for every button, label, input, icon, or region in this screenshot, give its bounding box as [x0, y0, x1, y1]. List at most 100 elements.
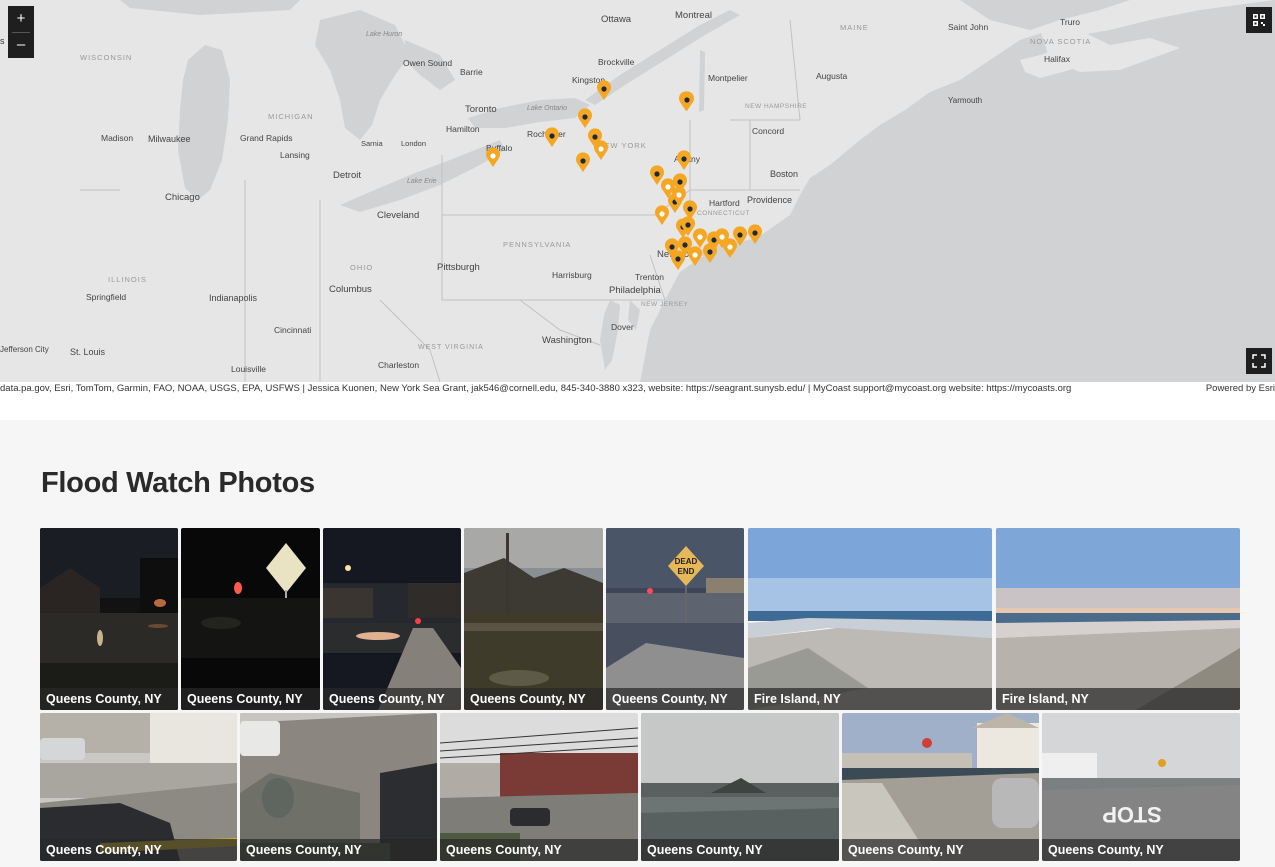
map-label: Charleston — [378, 360, 419, 370]
fullscreen-button[interactable] — [1246, 348, 1272, 374]
map-label: Truro — [1060, 17, 1080, 27]
map-label: Lake Huron — [366, 31, 402, 38]
map-label: London — [401, 139, 426, 148]
svg-text:DEAD: DEAD — [675, 557, 698, 566]
powered-by-esri[interactable]: Powered by Esri — [1199, 382, 1275, 396]
map-label: Madison — [101, 133, 133, 143]
photo-tile[interactable]: Fire Island, NY — [996, 528, 1240, 710]
photo-caption: Queens County, NY — [40, 839, 237, 861]
photo-image — [181, 528, 320, 710]
map-label: Trenton — [635, 272, 664, 282]
map-label: PENNSYLVANIA — [503, 240, 571, 249]
zoom-in-button[interactable]: + — [8, 6, 34, 32]
photo-caption: Queens County, NY — [464, 688, 603, 710]
map-label: Ottawa — [601, 14, 632, 25]
stop-road-marking: STOP — [1102, 802, 1162, 827]
map-label: Barrie — [460, 67, 483, 77]
map-label: Lake Erie — [407, 178, 437, 185]
section-divider — [0, 396, 1275, 420]
map-label: Montpelier — [708, 73, 748, 83]
map-label: NEW JERSEY — [641, 301, 688, 308]
map-label: Montreal — [675, 10, 712, 21]
gallery-title: Flood Watch Photos — [41, 467, 315, 499]
map-label: Chicago — [165, 192, 200, 203]
map-label: WEST VIRGINIA — [418, 344, 484, 351]
map-label: Providence — [747, 195, 792, 205]
zoom-out-button[interactable]: – — [8, 32, 34, 58]
map-label: Hartford — [709, 198, 740, 208]
photo-tile[interactable]: Queens County, NY — [440, 713, 638, 861]
photo-tile[interactable]: Queens County, NY — [181, 528, 320, 710]
map-label: Lake Ontario — [527, 105, 567, 112]
map-label: Pittsburgh — [437, 262, 480, 273]
qr-code-icon — [1253, 14, 1265, 26]
map-label: Lansing — [280, 150, 310, 160]
photo-caption: Fire Island, NY — [996, 688, 1240, 710]
map-label: MAINE — [840, 23, 869, 32]
photo-image — [996, 528, 1240, 710]
photo-image — [748, 528, 992, 710]
photo-caption: Queens County, NY — [842, 839, 1039, 861]
map-label: Detroit — [333, 170, 361, 181]
map-attribution: data.pa.gov, Esri, TomTom, Garmin, FAO, … — [0, 382, 1275, 396]
map-label: Louisville — [231, 364, 266, 374]
map-label: Jefferson City — [0, 345, 49, 354]
photo-caption: Queens County, NY — [240, 839, 437, 861]
map-view[interactable]: Ottawa Montreal Brockville Barrie Owen S… — [0, 0, 1275, 382]
photo-caption: Queens County, NY — [641, 839, 839, 861]
map-label: Augusta — [816, 71, 847, 81]
photo-tile[interactable]: Queens County, NY — [323, 528, 461, 710]
map-label: Harrisburg — [552, 270, 592, 280]
map-label: Owen Sound — [403, 58, 452, 68]
map-label: Brockville — [598, 57, 635, 67]
photo-tile[interactable]: Queens County, NY — [40, 713, 237, 861]
attribution-text: data.pa.gov, Esri, TomTom, Garmin, FAO, … — [0, 383, 1072, 394]
photo-caption: Queens County, NY — [40, 688, 178, 710]
photo-caption: Queens County, NY — [181, 688, 320, 710]
map-label: Boston — [770, 169, 798, 179]
map-label: Grand Rapids — [240, 133, 292, 143]
svg-text:END: END — [678, 567, 695, 576]
map-label: Indianapolis — [209, 293, 258, 303]
photo-tile[interactable]: Queens County, NY — [40, 528, 178, 710]
photo-image — [40, 528, 178, 710]
map-label: Halifax — [1044, 54, 1071, 64]
map-label: CONNECTICUT — [697, 210, 750, 217]
map-label: Saint John — [948, 22, 988, 32]
zoom-control: + – — [8, 6, 34, 58]
map-label: Concord — [752, 126, 784, 136]
photo-tile[interactable]: Fire Island, NY — [748, 528, 992, 710]
map-label: Philadelphia — [609, 285, 661, 296]
map-label: s — [0, 36, 5, 46]
photo-caption: Queens County, NY — [606, 688, 744, 710]
photo-tile[interactable]: DEAD END Queens County, NY — [606, 528, 744, 710]
photo-tile[interactable]: Queens County, NY — [240, 713, 437, 861]
basemap: Ottawa Montreal Brockville Barrie Owen S… — [0, 0, 1275, 382]
map-label: Washington — [542, 335, 592, 346]
map-label: NOVA SCOTIA — [1030, 37, 1091, 46]
photo-image — [464, 528, 603, 710]
photo-tile[interactable]: Queens County, NY — [464, 528, 603, 710]
photo-tile[interactable]: Queens County, NY — [641, 713, 839, 861]
map-label: WISCONSIN — [80, 53, 132, 62]
map-label: Springfield — [86, 292, 126, 302]
photo-image: DEAD END — [606, 528, 744, 710]
photo-tile[interactable]: STOP Queens County, NY — [1042, 713, 1240, 861]
photo-caption: Queens County, NY — [323, 688, 461, 710]
photo-caption: Queens County, NY — [1042, 839, 1240, 861]
photo-tile[interactable]: Queens County, NY — [842, 713, 1039, 861]
map-label: Yarmouth — [948, 96, 982, 105]
map-label: Dover — [611, 322, 634, 332]
map-label: Columbus — [329, 284, 372, 295]
map-label: Sarnia — [361, 139, 384, 148]
photo-image — [323, 528, 461, 710]
photo-caption: Fire Island, NY — [748, 688, 992, 710]
map-label: St. Louis — [70, 347, 106, 357]
map-label: Toronto — [465, 104, 497, 115]
map-label: ILLINOIS — [108, 275, 147, 284]
qr-code-button[interactable] — [1246, 7, 1272, 33]
photo-caption: Queens County, NY — [440, 839, 638, 861]
map-label: Cincinnati — [274, 325, 311, 335]
map-label: Milwaukee — [148, 134, 191, 144]
map-label: MICHIGAN — [268, 112, 314, 121]
